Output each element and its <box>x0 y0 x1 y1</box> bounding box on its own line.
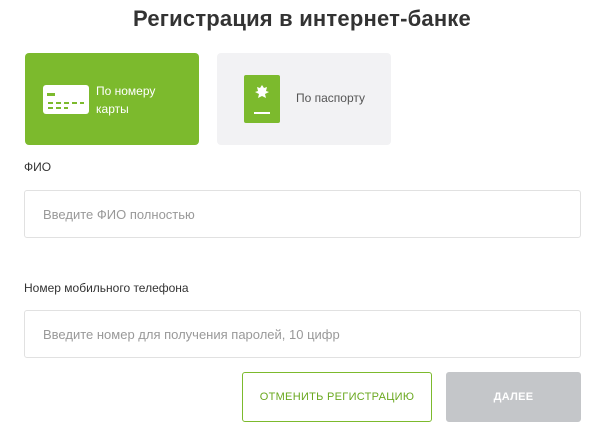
bank-card-icon <box>43 85 89 114</box>
method-card-label-line2: карты <box>96 102 129 116</box>
method-card-by-card-number-label: По номеру карты <box>96 82 192 118</box>
passport-icon <box>244 75 280 123</box>
emblem-icon <box>255 85 269 98</box>
method-card-by-card-number[interactable]: По номеру карты <box>25 53 199 145</box>
cancel-registration-button[interactable]: Отменить регистрацию <box>242 372 432 422</box>
phone-input[interactable] <box>24 310 581 358</box>
method-card-by-passport[interactable]: По паспорту <box>217 53 391 145</box>
fio-label: ФИО <box>24 160 52 174</box>
next-button[interactable]: Далее <box>446 372 581 422</box>
page-title: Регистрация в интернет-банке <box>133 6 471 31</box>
phone-label: Номер мобильного телефона <box>24 281 189 295</box>
method-card-by-passport-label: По паспорту <box>296 91 366 105</box>
method-card-label-line1: По номеру <box>96 84 156 98</box>
fio-input[interactable] <box>24 190 581 238</box>
